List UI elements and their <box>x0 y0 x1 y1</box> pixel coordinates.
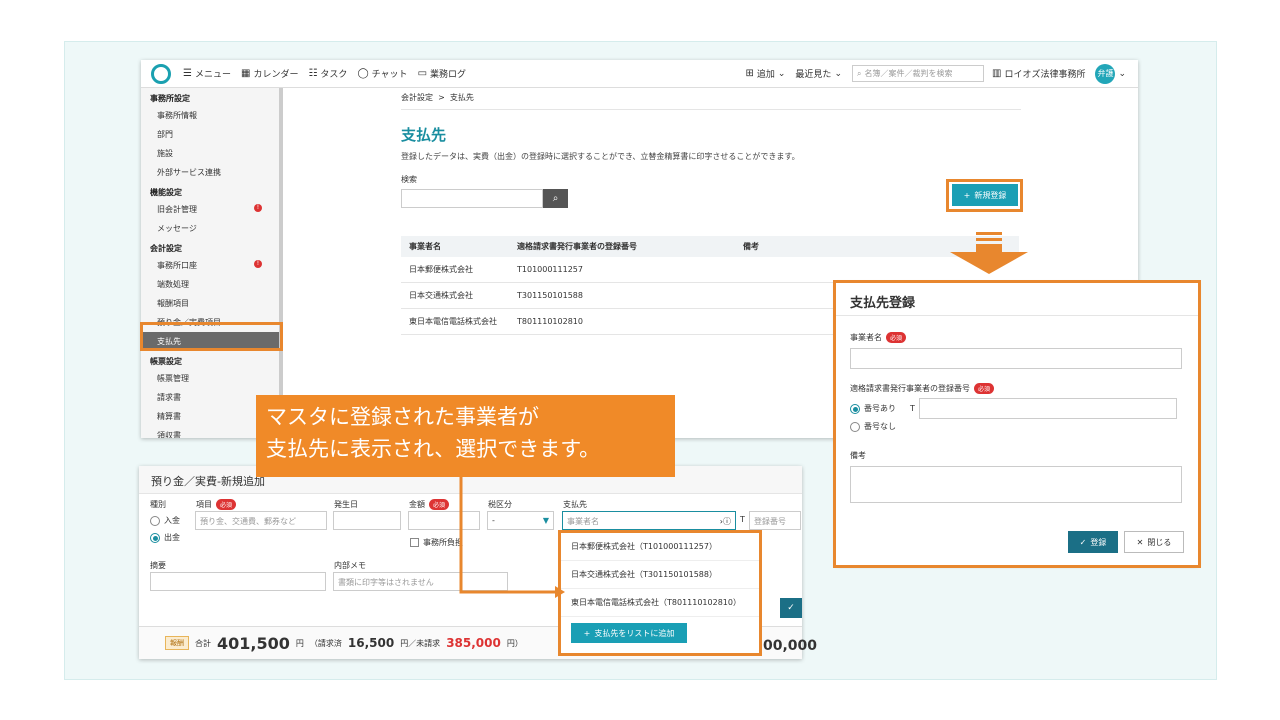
sidebar-item-fee-items[interactable]: 報酬項目 <box>141 294 280 313</box>
app-logo[interactable] <box>151 63 171 84</box>
total-amount: 401,500 <box>217 633 290 653</box>
connector-arrow-icon <box>459 470 565 598</box>
sidebar-item-facility[interactable]: 施設 <box>141 144 280 163</box>
withdrawal-radio[interactable] <box>150 532 160 543</box>
chevron-down-icon: ⌄ <box>834 68 842 79</box>
worklog-link[interactable]: ▭ 業務ログ <box>418 67 466 80</box>
alert-badge: ! <box>254 260 262 268</box>
info-icon: ›ⓘ <box>719 517 731 526</box>
list-icon: ☷ <box>308 68 318 79</box>
chat-link[interactable]: ◯ チャット <box>357 67 407 80</box>
sidebar-item-rounding[interactable]: 端数処理 <box>141 275 280 294</box>
sidebar-section-title: 会計設定 <box>150 244 182 253</box>
search-input[interactable] <box>401 189 543 208</box>
billed-amount: 16,500 <box>347 636 395 650</box>
unbilled-amount: 385,000 <box>446 636 501 650</box>
reg-number-input[interactable]: 登録番号 <box>749 511 801 530</box>
sidebar-section-title: 機能設定 <box>150 188 182 197</box>
sidebar-item-old-accounting[interactable]: 旧会計管理! <box>141 200 280 219</box>
date-label: 発生日 <box>334 500 358 509</box>
summary-input[interactable] <box>150 572 326 591</box>
memo-label: 内部メモ <box>334 561 366 570</box>
breadcrumb-separator: > <box>438 93 445 102</box>
table-row[interactable]: 日本郵便株式会社 T101000111257 <box>401 257 1019 283</box>
calendar-link[interactable]: ▦ カレンダー <box>241 67 298 80</box>
callout-line: マスタに登録された事業者が <box>266 405 539 429</box>
highlight-dropdown <box>558 530 762 656</box>
deposit-radio[interactable] <box>150 515 160 526</box>
highlight-new-button <box>946 179 1023 212</box>
task-link[interactable]: ☷ タスク <box>308 67 347 80</box>
confirm-button[interactable]: ✓ <box>780 598 802 618</box>
sidebar-item-message[interactable]: メッセージ <box>141 219 280 238</box>
plus-box-icon: ⊞ <box>745 68 754 79</box>
add-menu[interactable]: ⊞ 追加 ⌄ <box>745 67 785 80</box>
search-label: 検索 <box>401 175 417 184</box>
page-description: 登録したデータは、実費（出金）の登録時に選択することができ、立替金精算書に印字さ… <box>401 152 800 161</box>
global-search-input[interactable]: ⌕ 名簿／案件／裁判を検索 <box>851 65 984 82</box>
required-badge: 必須 <box>429 499 450 510</box>
sidebar-item-form-manage[interactable]: 帳票管理 <box>141 369 280 388</box>
item-input[interactable]: 預り金、交通費、郵券など <box>195 511 327 530</box>
sidebar-scrollbar[interactable] <box>279 88 283 438</box>
chat-icon: ◯ <box>357 68 369 79</box>
sidebar-item-office-account[interactable]: 事務所口座! <box>141 256 280 275</box>
down-arrow-icon <box>950 232 1028 274</box>
sidebar-item-department[interactable]: 部門 <box>141 125 280 144</box>
right-amount: 00,000 <box>763 638 818 654</box>
highlight-dialog <box>833 280 1201 568</box>
required-badge: 必須 <box>216 499 237 510</box>
payee-input[interactable]: 事業者名 ›ⓘ <box>562 511 736 530</box>
payee-label: 支払先 <box>563 500 587 509</box>
page-title: 支払先 <box>401 126 447 144</box>
callout-box: マスタに登録された事業者が 支払先に表示され、選択できます。 <box>256 395 675 477</box>
top-bar: ☰ メニュー ▦ カレンダー ☷ タスク ◯ チャット ▭ 業務ログ ⊞ 追加 ⌄ 最近見た ⌄… <box>141 60 1138 88</box>
sidebar-item-office-info[interactable]: 事務所情報 <box>141 106 280 125</box>
check-icon: ✓ <box>787 603 795 613</box>
sidebar-section-title: 帳票設定 <box>150 357 182 366</box>
fee-tag: 報酬 <box>165 636 189 650</box>
chevron-down-icon: ⌄ <box>777 68 786 79</box>
callout-line: 支払先に表示され、選択できます。 <box>266 437 601 461</box>
sidebar-item-external-service[interactable]: 外部サービス連携 <box>141 163 280 182</box>
breadcrumb-current: 支払先 <box>449 93 474 102</box>
sidebar-section-title: 事務所設定 <box>150 94 190 103</box>
building-icon: ▥ <box>991 68 1002 79</box>
alert-badge: ! <box>254 204 262 212</box>
menu-button[interactable]: ☰ メニュー <box>183 67 231 80</box>
calendar-icon: ▦ <box>240 68 251 79</box>
search-button[interactable]: ⌕ <box>543 189 568 208</box>
summary-label: 摘要 <box>150 561 166 570</box>
column-header: 事業者名 <box>401 236 509 257</box>
settings-sidebar: 事務所設定 事務所情報 部門 施設 外部サービス連携 機能設定 旧会計管理! メ… <box>141 88 281 438</box>
search-icon: ⌕ <box>856 68 862 78</box>
type-label: 種別 <box>150 500 166 509</box>
chevron-down-icon[interactable]: ⌄ <box>1118 69 1126 79</box>
avatar[interactable]: 弁護 <box>1095 63 1116 84</box>
office-burden-checkbox[interactable] <box>410 538 419 547</box>
search-icon: ⌕ <box>552 193 559 204</box>
breadcrumb: 会計設定 > 支払先 <box>401 92 1021 110</box>
office-switcher[interactable]: ▥ ロイオズ法律事務所 <box>992 67 1085 80</box>
keyboard-icon: ▭ <box>417 68 428 79</box>
highlight-payee-menu <box>140 322 283 351</box>
recent-menu[interactable]: 最近見た ⌄ <box>795 67 842 81</box>
column-header: 適格請求書発行事業者の登録番号 <box>509 236 735 257</box>
breadcrumb-parent[interactable]: 会計設定 <box>401 93 433 102</box>
hamburger-icon: ☰ <box>183 68 192 79</box>
date-input[interactable] <box>333 511 401 530</box>
